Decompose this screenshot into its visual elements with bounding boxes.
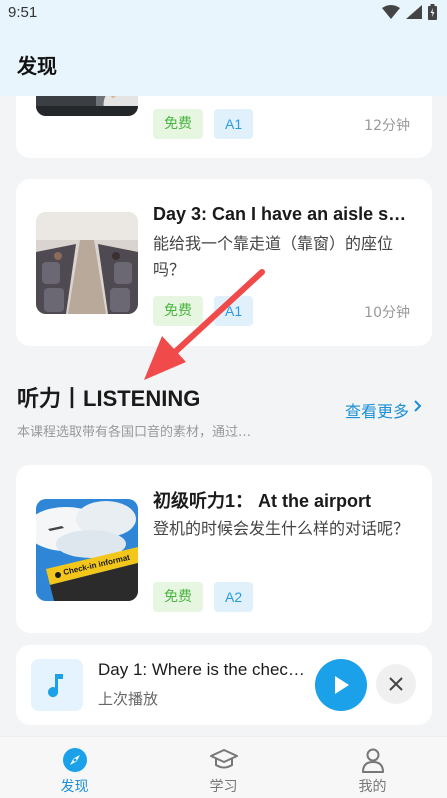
level-tag: A1 (214, 296, 254, 326)
tab-me[interactable]: 我的 (298, 737, 447, 798)
play-icon (335, 676, 349, 694)
bottom-tab-bar: 发现 学习 我的 (0, 736, 447, 798)
level-tag: A2 (214, 582, 254, 612)
free-tag: 免费 (153, 296, 203, 326)
airport-sign-image: Check-in informat (36, 499, 138, 601)
music-note-icon (31, 659, 83, 711)
control-panel-image (36, 96, 138, 116)
free-tag: 免费 (153, 109, 203, 139)
course-description: 能给我一个靠走道（靠窗）的座位吗？ (153, 234, 394, 279)
compass-icon (62, 748, 87, 772)
wifi-icon (382, 5, 400, 19)
section-title-en: LISTENING (83, 386, 201, 411)
duration-label: 12分钟 (364, 118, 410, 134)
tab-study[interactable]: 学习 (149, 737, 298, 798)
close-player-button[interactable] (376, 664, 416, 704)
course-thumbnail (36, 96, 138, 116)
section-title: 听力丨LISTENING (17, 381, 200, 413)
section-title-cn: 听力丨 (17, 387, 84, 412)
course-thumbnail (36, 212, 138, 314)
course-description: 登机的时候会发生什么样的对话呢？ (153, 519, 410, 538)
free-tag: 免费 (153, 582, 203, 612)
airplane-cabin-image (36, 212, 138, 314)
chevron-right-icon[interactable] (413, 399, 423, 413)
player-track-title: Day 1: Where is the check-in counter? (98, 660, 308, 679)
course-title: Day 3: Can I have an aisle seat? (153, 204, 410, 224)
graduation-cap-icon (209, 749, 238, 769)
battery-icon (428, 4, 437, 20)
page-title: 发现 (17, 54, 57, 78)
close-icon (389, 677, 403, 691)
section-subtitle: 本课程选取带有各国口音的素材，通过… (17, 425, 252, 440)
discover-feed[interactable]: 免费 A1 12分钟 Day 3: Can I have an aisle se… (0, 96, 447, 736)
course-card[interactable]: Day 3: Can I have an aisle seat? 能给我一个靠走… (16, 179, 432, 346)
tab-label: 发现 (60, 779, 89, 795)
play-button[interactable] (315, 659, 367, 711)
mini-player[interactable]: Day 1: Where is the check-in counter? 上次… (16, 645, 432, 725)
course-card[interactable]: 免费 A1 12分钟 (16, 96, 432, 158)
player-subtitle: 上次播放 (98, 690, 159, 708)
course-title: 初级听力1： At the airport (153, 491, 372, 511)
see-more-link[interactable]: 查看更多 (345, 398, 409, 422)
app-header: 发现 (0, 28, 447, 96)
status-time: 9:51 (8, 4, 38, 21)
person-icon (361, 748, 384, 773)
status-bar: 9:51 (0, 0, 447, 28)
tab-label: 我的 (358, 779, 387, 795)
level-tag: A1 (214, 109, 254, 139)
signal-icon (406, 5, 422, 19)
duration-label: 10分钟 (364, 305, 410, 321)
status-icons (382, 4, 437, 20)
course-card[interactable]: Check-in informat 初级听力1： At the airport … (16, 465, 432, 633)
tab-label: 学习 (209, 779, 238, 795)
course-thumbnail: Check-in informat (36, 499, 138, 601)
tab-discover[interactable]: 发现 (0, 737, 149, 798)
